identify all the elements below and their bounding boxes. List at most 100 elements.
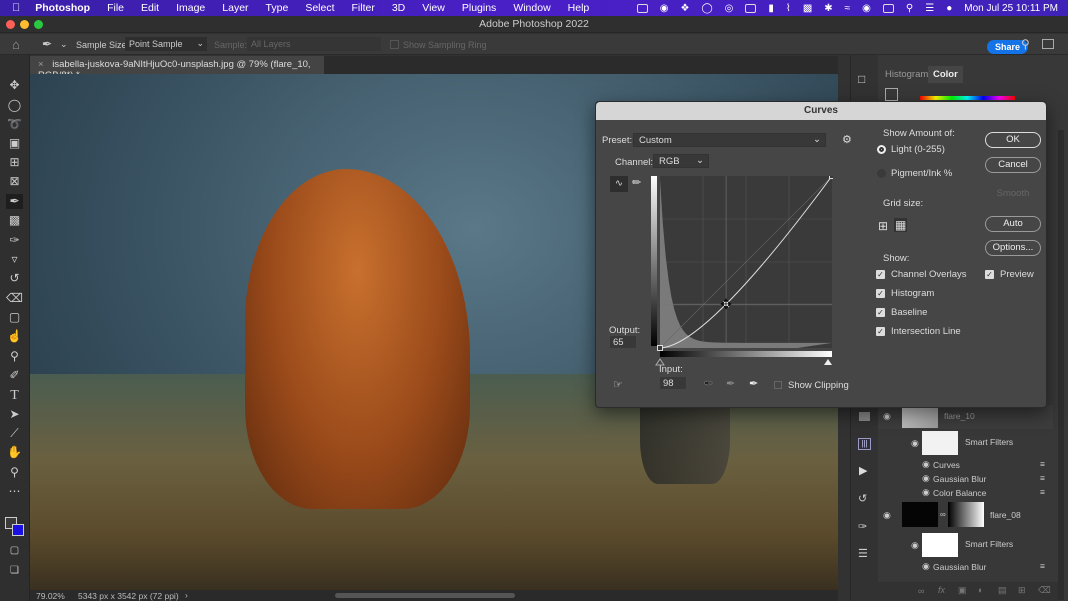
intersection-line-checkbox[interactable]: ✓ bbox=[876, 327, 885, 336]
crop-tool-icon[interactable]: ⊞ bbox=[6, 155, 23, 170]
pencil-draw-tool-icon[interactable]: ✏ bbox=[632, 176, 641, 189]
menu-window[interactable]: Window bbox=[513, 2, 550, 14]
actions-play-icon[interactable]: ▶ bbox=[859, 464, 867, 477]
path-select-tool-icon[interactable]: ➤ bbox=[6, 407, 23, 422]
white-point-slider[interactable] bbox=[824, 359, 832, 365]
menu-plugins[interactable]: Plugins bbox=[462, 2, 496, 14]
arc-icon[interactable]: ⌇ bbox=[786, 3, 791, 14]
show-clipping-checkbox[interactable] bbox=[774, 381, 782, 389]
histogram-checkbox[interactable]: ✓ bbox=[876, 289, 885, 298]
history-icon[interactable]: ↺ bbox=[858, 492, 867, 505]
add-mask-icon[interactable]: ▣ bbox=[958, 585, 967, 596]
options-button[interactable]: Options... bbox=[985, 240, 1041, 256]
filter-options-icon[interactable]: ≡ bbox=[1040, 473, 1045, 483]
lasso-tool-icon[interactable]: ➰ bbox=[6, 117, 23, 132]
zoom-window-button[interactable] bbox=[34, 20, 43, 29]
curve-control-point[interactable] bbox=[657, 345, 663, 351]
gradient-tool-icon[interactable]: ▢ bbox=[6, 310, 23, 325]
healing-tool-icon[interactable]: ▩ bbox=[6, 213, 23, 228]
chevron-down-icon[interactable]: ⌄ bbox=[60, 39, 68, 50]
apple-menu-icon[interactable]:  bbox=[12, 2, 20, 14]
menu-select[interactable]: Select bbox=[305, 2, 334, 14]
user-icon[interactable]: ◉ bbox=[862, 3, 871, 14]
fx-icon[interactable]: fx bbox=[938, 585, 945, 595]
menu-help[interactable]: Help bbox=[568, 2, 590, 14]
dodge-tool-icon[interactable]: ⚲ bbox=[6, 349, 23, 364]
close-tab-icon[interactable]: × bbox=[38, 59, 44, 70]
output-field[interactable]: 65 bbox=[610, 336, 636, 348]
wifi-icon[interactable]: ≈ bbox=[845, 3, 851, 14]
swatches-icon[interactable] bbox=[859, 412, 870, 421]
visibility-eye-icon[interactable]: ◉ bbox=[911, 438, 919, 449]
stamp-tool-icon[interactable]: ▿ bbox=[6, 252, 23, 267]
smudge-tool-icon[interactable]: ☝ bbox=[6, 329, 23, 344]
visibility-eye-icon[interactable]: ◉ bbox=[883, 510, 891, 521]
marquee-tool-icon[interactable]: ◯ bbox=[6, 98, 23, 113]
filter-options-icon[interactable]: ≡ bbox=[1040, 459, 1045, 469]
bookmark-icon[interactable]: ▮ bbox=[768, 3, 774, 14]
history-brush-tool-icon[interactable]: ↺ bbox=[6, 271, 23, 286]
new-group-icon[interactable]: ▤ bbox=[998, 585, 1007, 596]
dialog-title[interactable]: Curves bbox=[596, 102, 1046, 120]
control-center-icon[interactable]: ☰ bbox=[925, 3, 934, 14]
sample-select[interactable]: All Layers bbox=[247, 37, 381, 51]
pen-tool-icon[interactable]: ✐ bbox=[6, 368, 23, 383]
dropbox-icon[interactable]: ❖ bbox=[681, 3, 690, 14]
color-spectrum-slider[interactable] bbox=[920, 96, 1015, 100]
simple-grid-icon[interactable]: ⊞ bbox=[878, 219, 888, 233]
white-eyedropper-icon[interactable]: ✒ bbox=[749, 377, 758, 390]
more-tools-icon[interactable]: ⋯ bbox=[6, 484, 23, 499]
globe-icon[interactable]: ◯ bbox=[701, 3, 712, 14]
menu-3d[interactable]: 3D bbox=[392, 2, 405, 14]
comments-icon[interactable]: □ bbox=[858, 72, 865, 86]
adjustments-icon[interactable]: ☰ bbox=[858, 547, 868, 560]
filter-row[interactable]: ◉ Gaussian Blur ≡ bbox=[878, 561, 1053, 574]
recorder-icon[interactable]: ◎ bbox=[725, 3, 734, 14]
filter-options-icon[interactable]: ≡ bbox=[1040, 561, 1045, 571]
menu-file[interactable]: File bbox=[107, 2, 124, 14]
ok-button[interactable]: OK bbox=[985, 132, 1041, 148]
color-fg-swatch[interactable] bbox=[885, 88, 898, 101]
smart-filters-row[interactable]: ◉ Smart Filters bbox=[878, 533, 1053, 557]
curves-graph[interactable]: ✥ bbox=[651, 176, 833, 376]
baseline-checkbox[interactable]: ✓ bbox=[876, 308, 885, 317]
filter-row[interactable]: ◉ Curves ≡ bbox=[878, 459, 1053, 472]
eyedropper-preset-icon[interactable]: ✒ bbox=[42, 37, 52, 51]
frame-tool-icon[interactable]: ⊠ bbox=[6, 174, 23, 189]
panel-scrollbar[interactable] bbox=[1058, 130, 1064, 600]
layer-row[interactable]: ◉ flare_10 bbox=[878, 405, 1053, 429]
object-select-tool-icon[interactable]: ▣ bbox=[6, 136, 23, 151]
scroll-thumb[interactable] bbox=[335, 593, 515, 598]
eraser-tool-icon[interactable]: ⌫ bbox=[6, 291, 23, 306]
menu-layer[interactable]: Layer bbox=[222, 2, 248, 14]
battery-icon[interactable] bbox=[882, 3, 894, 13]
new-layer-icon[interactable]: ⊞ bbox=[1018, 585, 1026, 596]
visibility-eye-icon[interactable]: ◉ bbox=[883, 411, 891, 422]
panel-icon[interactable]: ▩ bbox=[803, 3, 812, 14]
bluetooth-icon[interactable]: ✱ bbox=[824, 3, 832, 14]
document-tab[interactable]: × isabella-juskova-9aNItHjuOc0-unsplash.… bbox=[30, 56, 324, 81]
visibility-eye-icon[interactable]: ◉ bbox=[922, 473, 930, 484]
adjustment-layer-icon[interactable]: ◐ bbox=[978, 585, 983, 595]
link-layers-icon[interactable]: ∞ bbox=[918, 586, 924, 596]
tab-histogram[interactable]: Histogram bbox=[880, 66, 933, 83]
app-menu[interactable]: Photoshop bbox=[35, 2, 90, 14]
channel-overlays-checkbox[interactable]: ✓ bbox=[876, 270, 885, 279]
preset-select[interactable]: Custom ⌄ bbox=[633, 133, 826, 147]
input-field[interactable]: 98 bbox=[660, 377, 686, 389]
visibility-eye-icon[interactable]: ◉ bbox=[911, 540, 919, 551]
pigment-radio[interactable] bbox=[877, 169, 886, 178]
close-window-button[interactable] bbox=[6, 20, 15, 29]
show-sampling-ring-checkbox[interactable] bbox=[390, 40, 399, 49]
smooth-button[interactable]: Smooth bbox=[985, 186, 1041, 202]
move-tool-icon[interactable]: ✥ bbox=[6, 78, 23, 93]
zoom-level[interactable]: 79.02% bbox=[36, 591, 65, 601]
chevron-right-icon[interactable]: › bbox=[185, 590, 188, 600]
layer-row[interactable]: ◉ ∞ flare_08 bbox=[878, 502, 1053, 528]
menu-image[interactable]: Image bbox=[176, 2, 205, 14]
brush-tool-icon[interactable]: ✑ bbox=[6, 233, 23, 248]
preview-checkbox[interactable]: ✓ bbox=[985, 270, 994, 279]
curve-control-point[interactable] bbox=[829, 176, 834, 179]
menu-edit[interactable]: Edit bbox=[141, 2, 159, 14]
visibility-eye-icon[interactable]: ◉ bbox=[922, 561, 930, 572]
